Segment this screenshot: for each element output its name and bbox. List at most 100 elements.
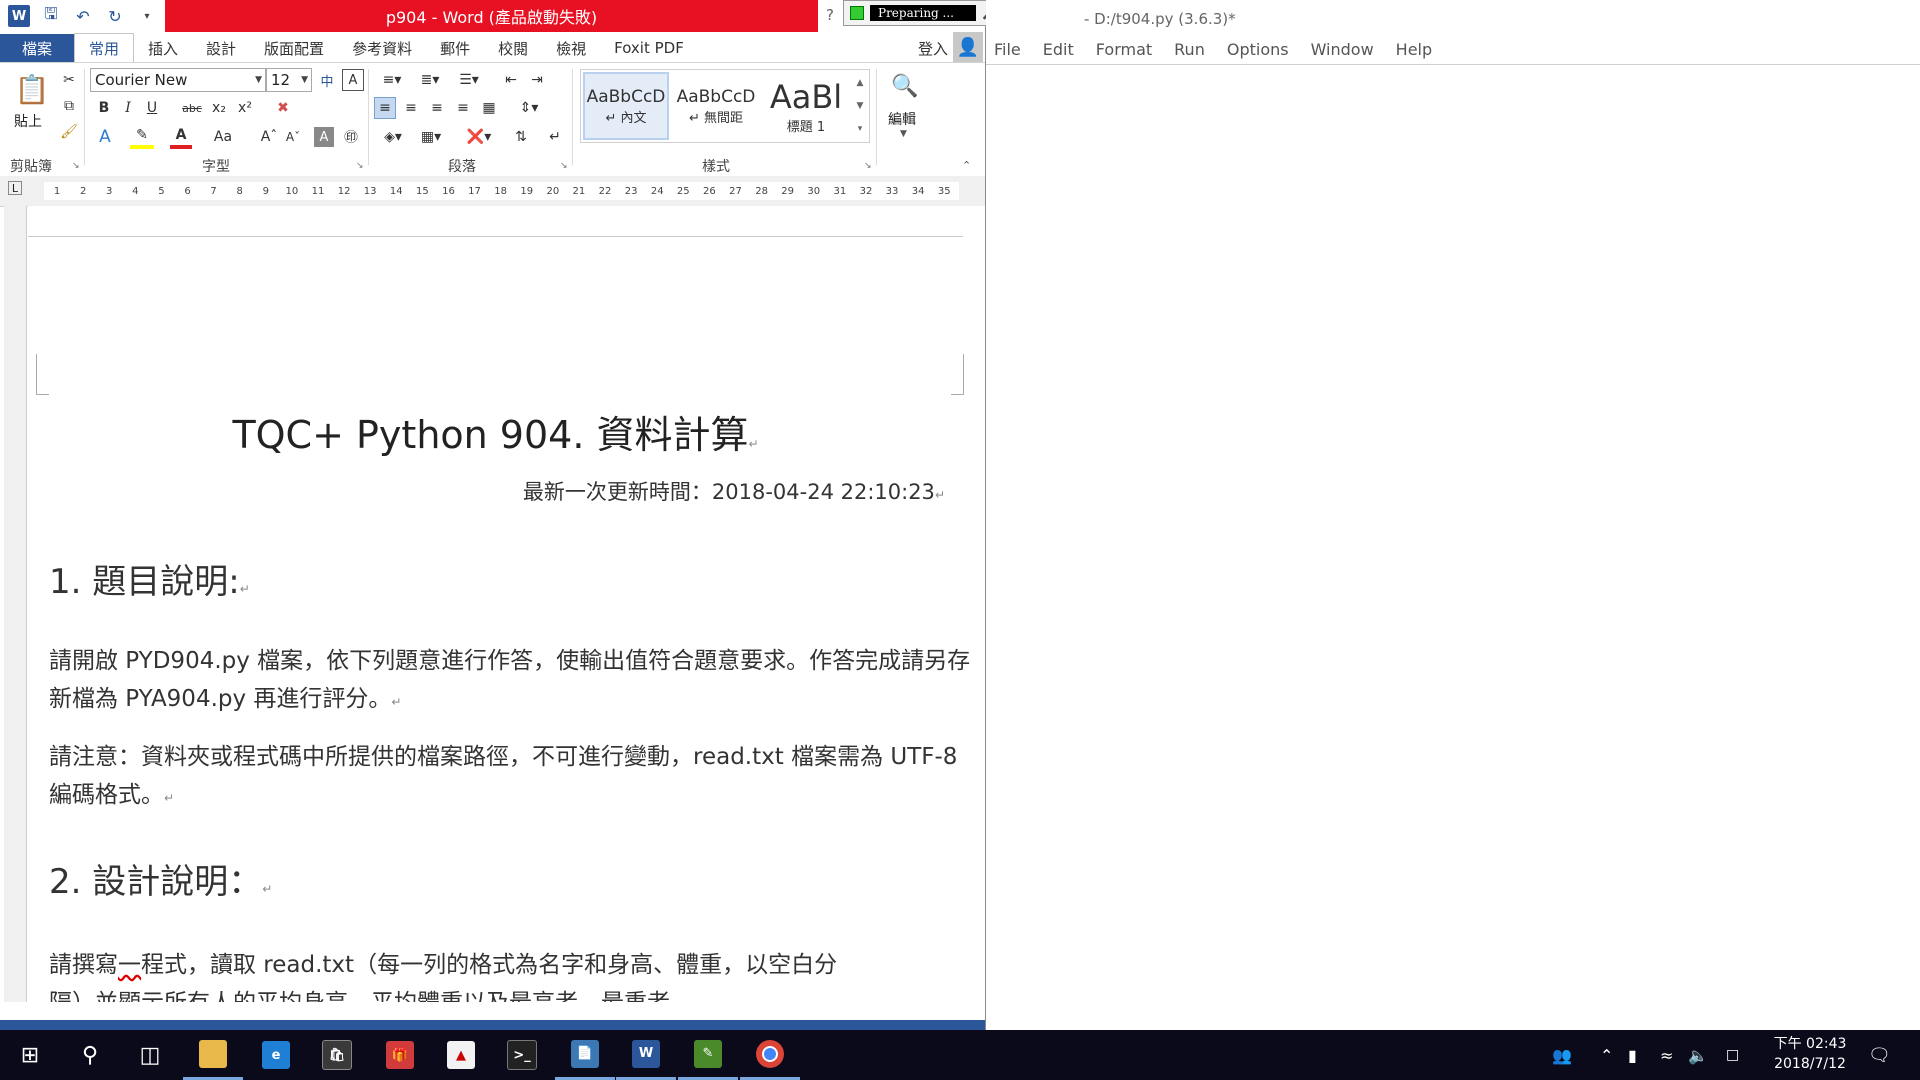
tab-review[interactable]: 校閱	[484, 34, 542, 62]
edge-browser-icon[interactable]: e	[246, 1030, 306, 1080]
horizontal-ruler[interactable]: L 1 2 3 4 5 6 7 8 9 10 11 12 13 14 15 16 17 18 19 20 21 22 23 2…	[0, 176, 985, 207]
menu-window[interactable]: Window	[1311, 40, 1374, 59]
section-1-heading[interactable]: 1. 題目說明:↵	[49, 554, 250, 603]
people-icon[interactable]: 👥	[1552, 1030, 1572, 1080]
menu-options[interactable]: Options	[1227, 40, 1289, 59]
section-2-heading-text[interactable]: 2. 設計說明：	[49, 862, 262, 902]
menu-run[interactable]: Run	[1174, 40, 1205, 59]
clear-formatting-icon[interactable]: ✖	[272, 97, 294, 119]
increase-indent-icon[interactable]: ⇥	[526, 69, 548, 91]
tab-references[interactable]: 參考資料	[338, 34, 426, 62]
paragraph-text[interactable]: 程式，讀取 read.txt（每一列的格式為名字和身高、體重，以空白分	[141, 952, 837, 978]
updated-text[interactable]: 最新一次更新時間：2018-04-24 22:10:23	[523, 480, 935, 504]
paste-label[interactable]: 貼上	[14, 111, 42, 131]
underline-icon[interactable]: U	[142, 97, 162, 119]
user-avatar-icon[interactable]: 👤	[953, 32, 983, 62]
ime-indicator-icon[interactable]: □	[1726, 1030, 1739, 1080]
justify-icon[interactable]: ≡	[452, 97, 474, 119]
search-icon[interactable]: ⚲	[60, 1030, 120, 1080]
command-prompt-icon[interactable]: >_	[492, 1030, 552, 1080]
tab-home[interactable]: 常用	[74, 33, 135, 62]
numbering-icon[interactable]: ≣▾	[414, 69, 446, 91]
chrome-browser-icon[interactable]	[740, 1030, 800, 1080]
tab-file[interactable]: 檔案	[0, 34, 74, 62]
notifications-icon[interactable]: 🗨	[1868, 1030, 1891, 1080]
show-hidden-icons-icon[interactable]: ⌃	[1600, 1030, 1613, 1080]
font-launcher-icon[interactable]: ↘	[356, 161, 364, 171]
section-2-heading[interactable]: 2. 設計說明：↵	[49, 854, 272, 903]
tab-layout[interactable]: 版面配置	[250, 34, 338, 62]
tab-selector-icon[interactable]: L	[8, 181, 22, 195]
format-painter-icon[interactable]: 🖌	[58, 121, 80, 143]
superscript-icon[interactable]: x²	[234, 97, 256, 119]
paragraph-text[interactable]: 請開啟 PYD904.py 檔案，依下列題意進行作答，使輸出值符合題意要求。作答…	[49, 648, 970, 712]
style-normal[interactable]: AaBbCcD ↵ 內文	[583, 72, 669, 140]
undo-icon[interactable]: ↶	[72, 5, 94, 27]
battery-icon[interactable]: ▮	[1628, 1030, 1637, 1080]
collapse-ribbon-icon[interactable]: ⌃	[962, 159, 971, 172]
spelling-error-text[interactable]: 一	[118, 952, 141, 978]
document-updated[interactable]: 最新一次更新時間：2018-04-24 22:10:23↵	[523, 476, 945, 506]
menu-file[interactable]: File	[994, 40, 1021, 59]
customize-qat-icon[interactable]: ▾	[136, 5, 158, 27]
binoculars-icon[interactable]: 🔍	[890, 71, 920, 101]
taskbar-clock[interactable]: 下午 02:43 2018/7/12	[1760, 1034, 1860, 1074]
menu-help[interactable]: Help	[1396, 40, 1432, 59]
italic-icon[interactable]: I	[118, 97, 138, 119]
wifi-icon[interactable]: ≈	[1660, 1030, 1673, 1080]
tab-mailings[interactable]: 郵件	[426, 34, 484, 62]
section-1-paragraph-1[interactable]: 請開啟 PYD904.py 檔案，依下列題意進行作答，使輸出值符合題意要求。作答…	[49, 642, 979, 721]
help-button[interactable]: ?	[826, 6, 834, 24]
strikethrough-icon[interactable]: abc	[180, 97, 204, 119]
tab-insert[interactable]: 插入	[134, 34, 192, 62]
volume-icon[interactable]: 🔈	[1688, 1030, 1708, 1080]
paste-icon[interactable]: 📋	[10, 69, 54, 109]
character-shading-icon[interactable]: A	[314, 127, 334, 147]
styles-launcher-icon[interactable]: ↘	[864, 161, 872, 171]
bold-icon[interactable]: B	[94, 97, 114, 119]
paragraph-text[interactable]: 請撰寫	[49, 952, 118, 978]
document-title[interactable]: TQC+ Python 904. 資料計算↵	[28, 404, 963, 459]
section-1-paragraph-2[interactable]: 請注意：資料夾或程式碼中所提供的檔案路徑，不可進行變動，read.txt 檔案需…	[49, 738, 979, 817]
style-heading-1[interactable]: AaBl 標題 1	[763, 72, 849, 140]
align-right-icon[interactable]: ≡	[426, 97, 448, 119]
line-spacing-icon[interactable]: ⇕▾	[512, 97, 546, 119]
show-formatting-icon[interactable]: ↵	[544, 125, 566, 149]
python-idle-icon[interactable]: 📄	[555, 1030, 615, 1080]
section-1-heading-text[interactable]: 1. 題目說明:	[49, 562, 240, 602]
shrink-font-icon[interactable]: Aˇ	[282, 125, 304, 149]
paragraph-launcher-icon[interactable]: ↘	[560, 161, 568, 171]
grow-font-icon[interactable]: Aˆ	[258, 125, 280, 149]
text-effects-icon[interactable]: A	[94, 125, 116, 149]
gift-app-icon[interactable]: 🎁	[370, 1030, 430, 1080]
phonetic-guide-icon[interactable]: 中	[316, 69, 338, 91]
task-view-icon[interactable]: ◫	[120, 1030, 180, 1080]
shading-icon[interactable]: ◈▾	[376, 125, 410, 149]
align-left-icon[interactable]: ≡	[374, 97, 396, 119]
decrease-indent-icon[interactable]: ⇤	[500, 69, 522, 91]
distributed-icon[interactable]: ▦	[478, 97, 500, 119]
asian-layout-icon[interactable]: ❌▾	[462, 125, 496, 149]
section-2-paragraph-1[interactable]: 請撰寫一程式，讀取 read.txt（每一列的格式為名字和身高、體重，以空白分隔…	[49, 946, 979, 1002]
font-color-icon[interactable]: A	[170, 125, 192, 149]
save-icon[interactable]: 🖫	[40, 4, 62, 27]
document-area[interactable]: TQC+ Python 904. 資料計算↵ 最新一次更新時間：2018-04-…	[28, 206, 985, 1002]
chevron-up-icon[interactable]: ▲	[857, 78, 864, 88]
pdf-reader-icon[interactable]: ▲	[431, 1030, 491, 1080]
highlight-color-icon[interactable]: ✎	[130, 125, 154, 149]
start-button-icon[interactable]: ⊞	[0, 1030, 60, 1080]
copy-icon[interactable]: ⧉	[58, 95, 80, 117]
redo-icon[interactable]: ↻	[104, 5, 126, 27]
character-border-icon[interactable]: A	[342, 69, 364, 91]
styles-scroll[interactable]: ▲ ▼ ▾	[852, 71, 868, 141]
paragraph-text[interactable]: 請注意：資料夾或程式碼中所提供的檔案路徑，不可進行變動，read.txt 檔案需…	[49, 744, 957, 808]
chevron-down-icon[interactable]: ▼	[857, 101, 864, 111]
document-title-text[interactable]: TQC+ Python 904. 資料計算	[232, 413, 748, 457]
file-explorer-icon[interactable]	[183, 1030, 243, 1080]
sort-icon[interactable]: ⇅	[510, 125, 532, 149]
cut-icon[interactable]: ✂	[58, 69, 80, 91]
multilevel-list-icon[interactable]: ☰▾	[452, 69, 486, 91]
more-icon[interactable]: ▾	[858, 124, 863, 134]
idle-editor-window[interactable]	[986, 0, 1920, 1030]
vertical-ruler[interactable]	[4, 206, 27, 1002]
